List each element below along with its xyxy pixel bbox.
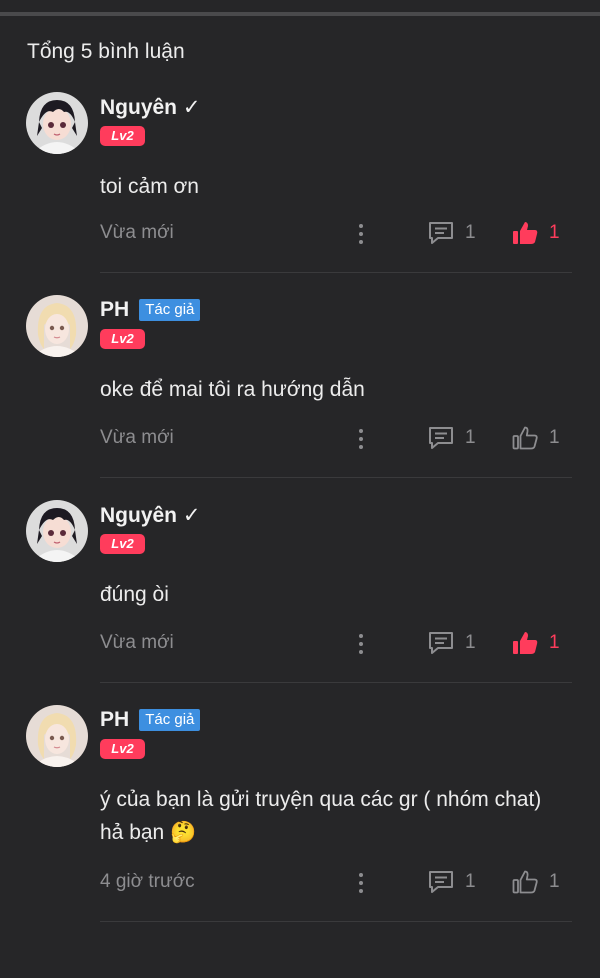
blonde-girl-avatar[interactable]: [26, 295, 88, 357]
like-count: 1: [549, 427, 560, 448]
more-options-icon[interactable]: [357, 632, 365, 656]
like-count: 1: [549, 222, 560, 243]
top-divider: [0, 12, 600, 16]
like-count: 1: [549, 871, 560, 892]
reply-button[interactable]: 1: [427, 425, 476, 451]
dark-hair-character-avatar[interactable]: [26, 500, 88, 562]
author-badge: Tác giả: [139, 299, 201, 321]
comment-divider: [100, 272, 572, 273]
comment-header: PH Tác giả: [100, 295, 201, 325]
comment-divider: [100, 477, 572, 478]
comment-text: toi cảm ơn: [100, 175, 199, 198]
author-badge: Tác giả: [139, 709, 201, 731]
level-badge: Lv2: [100, 126, 145, 146]
thumbs-up-filled-icon: [513, 632, 538, 654]
reply-count: 1: [465, 222, 476, 243]
comment-meta: 4 giờ trước 1 1: [100, 869, 570, 897]
reply-count: 1: [465, 427, 476, 448]
thumbs-up-outline-icon: [512, 870, 538, 894]
like-button[interactable]: 1: [511, 869, 560, 895]
like-button[interactable]: 1: [511, 630, 560, 656]
comment-meta: Vừa mới 1 1: [100, 630, 570, 658]
reply-icon: [429, 871, 453, 893]
comment-total-label: Tổng 5 bình luận: [27, 40, 185, 63]
more-options-icon[interactable]: [357, 427, 365, 451]
comment-time: Vừa mới: [100, 427, 174, 448]
comment-time: 4 giờ trước: [100, 871, 195, 892]
reply-count: 1: [465, 632, 476, 653]
comment-meta: Vừa mới 1 1: [100, 220, 570, 248]
blonde-girl-avatar[interactable]: [26, 705, 88, 767]
comment-divider: [100, 682, 572, 683]
level-badge: Lv2: [100, 739, 145, 759]
reply-button[interactable]: 1: [427, 630, 476, 656]
comment-time: Vừa mới: [100, 222, 174, 243]
reply-button[interactable]: 1: [427, 220, 476, 246]
comment-text: oke để mai tôi ra hướng dẫn: [100, 378, 365, 401]
reply-icon: [429, 427, 453, 449]
level-badge: Lv2: [100, 329, 145, 349]
like-button[interactable]: 1: [511, 425, 560, 451]
comment-header: Nguyên ✓: [100, 92, 200, 122]
reply-icon: [429, 222, 453, 244]
comment-divider: [100, 921, 572, 922]
comment-text: ý của bạn là gửi truyện qua các gr ( nhó…: [100, 788, 542, 844]
reply-button[interactable]: 1: [427, 869, 476, 895]
like-button[interactable]: 1: [511, 220, 560, 246]
username[interactable]: PH: [100, 298, 129, 322]
like-count: 1: [549, 632, 560, 653]
comment-header: PH Tác giả: [100, 705, 201, 735]
thumbs-up-outline-icon: [512, 426, 538, 450]
comment-time: Vừa mới: [100, 632, 174, 653]
comment-header: Nguyên ✓: [100, 500, 200, 530]
username[interactable]: Nguyên ✓: [100, 503, 200, 528]
reply-count: 1: [465, 871, 476, 892]
more-options-icon[interactable]: [357, 222, 365, 246]
more-options-icon[interactable]: [357, 871, 365, 895]
reply-icon: [429, 632, 453, 654]
level-badge: Lv2: [100, 534, 145, 554]
comment-meta: Vừa mới 1 1: [100, 425, 570, 453]
username[interactable]: PH: [100, 708, 129, 732]
comment-text: đúng òi: [100, 583, 169, 606]
thumbs-up-filled-icon: [513, 222, 538, 244]
dark-hair-character-avatar[interactable]: [26, 92, 88, 154]
username[interactable]: Nguyên ✓: [100, 95, 200, 120]
